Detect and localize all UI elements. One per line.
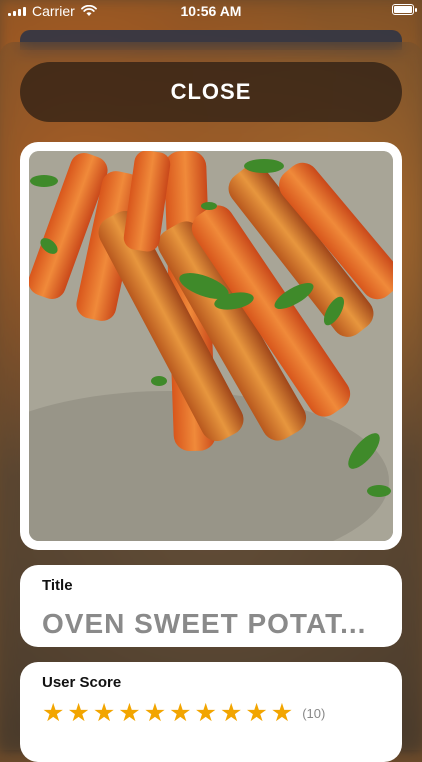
star-icon: ★ xyxy=(42,699,65,727)
rating-count: (10) xyxy=(302,706,326,721)
clock: 10:56 AM xyxy=(180,3,242,19)
star-icon: ★ xyxy=(194,699,217,727)
status-bar: Carrier 10:56 AM xyxy=(0,0,422,22)
recipe-photo xyxy=(29,151,393,541)
title-card: Title OVEN SWEET POTAT... xyxy=(20,565,402,647)
star-icon: ★ xyxy=(270,699,294,727)
star-icon: ★ xyxy=(118,699,141,727)
star-icon: ★ xyxy=(219,699,243,727)
star-icon: ★ xyxy=(67,699,90,727)
recipe-title: OVEN SWEET POTAT... xyxy=(42,608,367,639)
photo-card xyxy=(20,142,402,550)
battery-icon xyxy=(392,4,417,15)
star-icon: ★ xyxy=(143,699,167,727)
star-icon: ★ xyxy=(169,699,192,727)
title-label: Title xyxy=(42,577,73,594)
star-icon: ★ xyxy=(245,699,268,727)
close-button[interactable]: CLOSE xyxy=(20,62,402,122)
star-icon: ★ xyxy=(92,699,116,727)
user-score-label: User Score xyxy=(42,674,122,691)
star-rating: ★ ★ ★ ★ ★ ★ ★ ★ ★ ★ (10) xyxy=(42,701,380,726)
score-card: User Score ★ ★ ★ ★ ★ ★ ★ ★ ★ ★ (10) xyxy=(20,662,402,762)
